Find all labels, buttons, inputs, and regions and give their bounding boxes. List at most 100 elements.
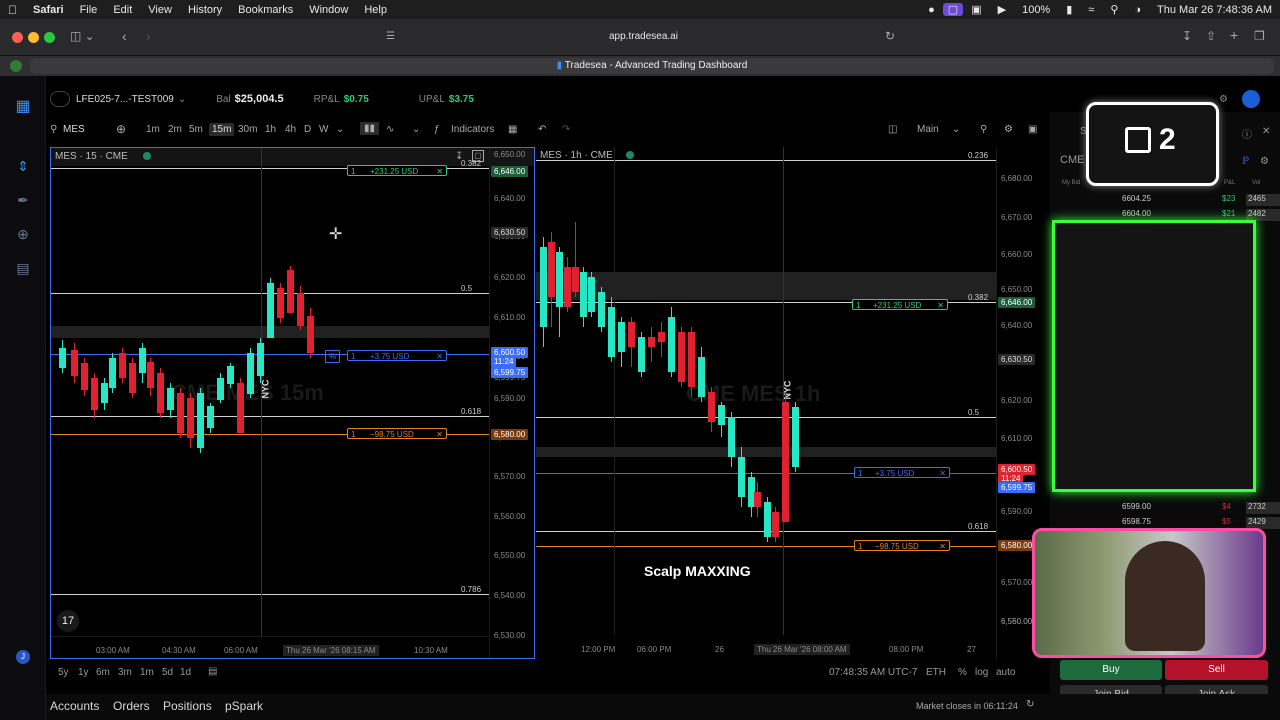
wifi-icon[interactable]: ≈ [1080,4,1102,16]
timeframe-5m[interactable]: 5m [189,124,203,135]
play-icon[interactable]: ▶ [990,3,1014,16]
range-5y[interactable]: 5y [58,667,69,678]
new-tab-icon[interactable]: + [1230,27,1238,43]
sidebar-icon[interactable]: ◫ ⌄ [70,29,95,43]
range-1d[interactable]: 1d [180,667,191,678]
range-1m[interactable]: 1m [140,667,154,678]
tab-pspark[interactable]: pSpark [225,699,263,713]
reader-icon[interactable]: ☰ [386,31,395,42]
url-field[interactable]: app.tradesea.ai [609,31,678,42]
sell-button[interactable]: Sell [1165,660,1268,680]
chevron-down-icon[interactable]: ⌄ [178,94,186,105]
clock-time[interactable]: 07:48:35 AM UTC-7 [829,667,917,678]
zoom-icon[interactable]: ⚲ [980,124,987,135]
percent-toggle[interactable]: % [958,667,967,678]
zoom-window-button[interactable] [44,32,55,43]
chevron-down-icon[interactable]: ⌄ [952,124,960,135]
chart-title[interactable]: MES · 15 · CME [55,151,128,162]
layout-select[interactable]: Main [917,124,939,135]
target-icon[interactable]: ⊕ [14,226,32,244]
timeframe-w[interactable]: W [319,124,328,135]
dom-price[interactable]: 6599.00 [1122,502,1151,511]
close-icon[interactable]: ✕ [1262,126,1270,137]
range-5d[interactable]: 5d [162,667,173,678]
download-icon[interactable]: ↧ [1182,29,1192,43]
tab-overview-icon[interactable]: ❐ [1254,29,1265,43]
buy-button[interactable]: Buy [1060,660,1162,680]
timeframe-d[interactable]: D [304,124,311,135]
menu-view[interactable]: View [140,4,180,16]
timeframe-1h[interactable]: 1h [265,124,276,135]
settings-sliders-icon[interactable]: ⚙ [1219,94,1228,105]
templates-icon[interactable]: ▦ [508,124,517,135]
profile-beta-icon[interactable] [1242,90,1260,108]
clock[interactable]: Thu Mar 26 7:48:36 AM [1149,4,1280,16]
timeframe-4h[interactable]: 4h [285,124,296,135]
goto-date-icon[interactable]: ▤ [208,666,217,677]
extension-icon[interactable] [10,60,22,72]
app-logo-icon[interactable]: ▦ [14,96,32,115]
chart-mes-1h[interactable]: MES · 1h · CME CME MES 1h Scalp MAXXING … [536,147,996,659]
battery-icon[interactable]: ▮ [1058,3,1080,16]
timeframe-1m[interactable]: 1m [146,124,160,135]
timeframe-2m[interactable]: 2m [168,124,182,135]
display-icon[interactable]: ▣ [963,3,989,16]
settings-icon[interactable]: ⚙ [1260,156,1269,167]
tab-positions[interactable]: Positions [163,699,212,713]
spotlight-icon[interactable]: ⚲ [1102,3,1126,16]
range-3m[interactable]: 3m [118,667,132,678]
reload-icon[interactable]: ↻ [885,29,895,43]
forward-icon[interactable]: › [146,28,151,44]
undo-icon[interactable]: ↶ [538,124,546,135]
menu-file[interactable]: File [72,4,106,16]
chart-mes-15m[interactable]: MES · 15 · CME ↧ ▢ CME MES 15m 17 6,650.… [50,147,535,659]
share-icon[interactable]: ⇧ [1206,29,1216,43]
tab-accounts[interactable]: Accounts [50,699,99,713]
auto-toggle[interactable]: auto [996,667,1015,678]
session-toggle[interactable]: ETH [926,667,946,678]
dom-price[interactable]: 6604.00 [1122,209,1151,218]
settings-icon[interactable]: ⚙ [1004,124,1013,135]
tab-tradesea[interactable]: ▮ Tradesea - Advanced Trading Dashboard [30,58,1274,74]
chevron-down-icon[interactable]: ⌄ [336,124,344,135]
range-6m[interactable]: 6m [96,667,110,678]
minimize-window-button[interactable] [28,32,39,43]
apple-icon[interactable]:  [0,3,25,17]
candles-icon[interactable]: ▮▮ [360,122,380,135]
redo-icon[interactable]: ↷ [562,124,570,135]
chart-icon[interactable]: ⇕ [14,158,32,176]
menu-edit[interactable]: Edit [105,4,140,16]
indicators-button[interactable]: Indicators [451,124,494,135]
menu-window[interactable]: Window [301,4,356,16]
avatar[interactable]: J [16,650,30,664]
tab-orders[interactable]: Orders [113,699,150,713]
screen-share-icon[interactable]: ▢ [942,3,964,16]
timeframe-15m[interactable]: 15m [209,123,235,136]
search-icon[interactable]: ⚲ [50,124,57,135]
dom-price[interactable]: 6604.25 [1122,194,1151,203]
menu-help[interactable]: Help [356,4,395,16]
pen-icon[interactable]: ✒ [14,192,32,210]
timeframe-30m[interactable]: 30m [238,124,257,135]
dom-price[interactable]: 6598.75 [1122,517,1151,526]
bluetooth-icon[interactable]: ℙ [1242,156,1249,167]
document-icon[interactable]: ▤ [14,260,32,278]
close-window-button[interactable] [12,32,23,43]
log-toggle[interactable]: log [975,667,988,678]
record-icon[interactable]: ● [920,4,943,16]
chevron-down-icon[interactable]: ⌄ [412,124,420,135]
add-symbol-icon[interactable]: ⊕ [116,122,126,136]
line-chart-icon[interactable]: ∿ [386,124,394,135]
control-center-icon[interactable]: ◑ [1126,4,1149,16]
menu-history[interactable]: History [180,4,230,16]
layout-icon[interactable]: ◫ [888,124,897,135]
refresh-icon[interactable]: ↻ [1026,699,1034,710]
menu-safari[interactable]: Safari [25,4,72,16]
symbol-search-input[interactable]: MES [63,124,85,135]
back-icon[interactable]: ‹ [122,28,127,44]
range-1y[interactable]: 1y [78,667,89,678]
info-icon[interactable]: ⓘ [1242,126,1252,141]
menu-bookmarks[interactable]: Bookmarks [230,4,301,16]
camera-icon[interactable]: ▣ [1028,124,1037,135]
account-icon[interactable] [50,91,70,107]
